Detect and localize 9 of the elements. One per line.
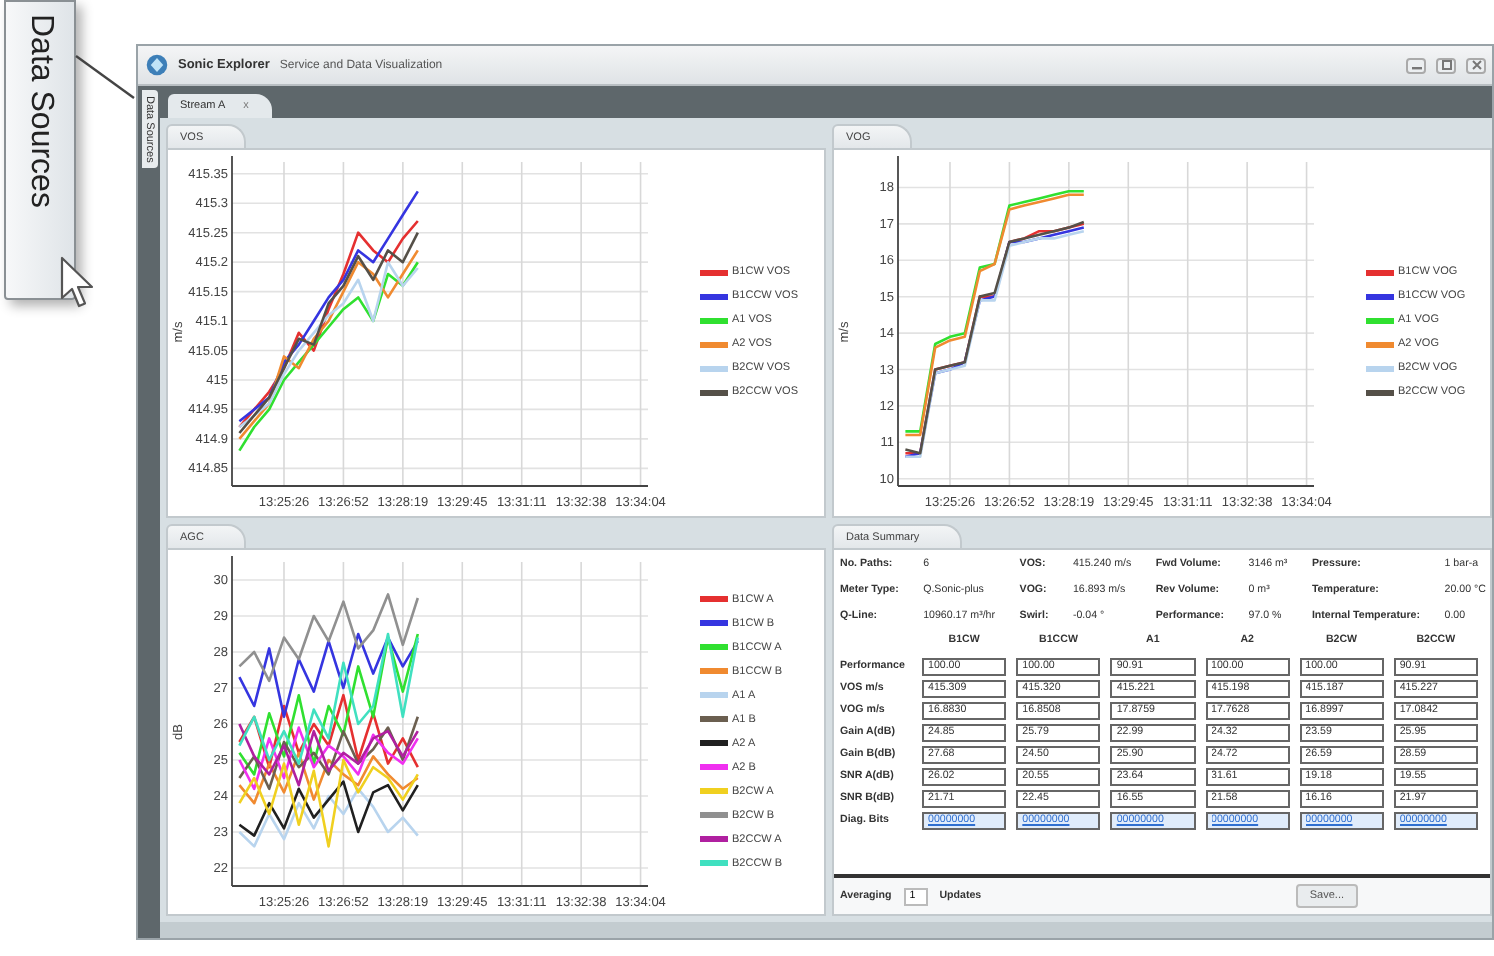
close-button[interactable] [1466,57,1486,73]
maximize-icon [1441,60,1451,70]
minimize-button[interactable] [1406,57,1426,73]
data-sources-callout: Data Sources [4,0,76,300]
close-icon [1471,60,1481,70]
leader-line [74,54,138,102]
cursor-icon [60,256,96,312]
logo-icon [146,54,168,76]
maximize-button[interactable] [1436,57,1456,73]
